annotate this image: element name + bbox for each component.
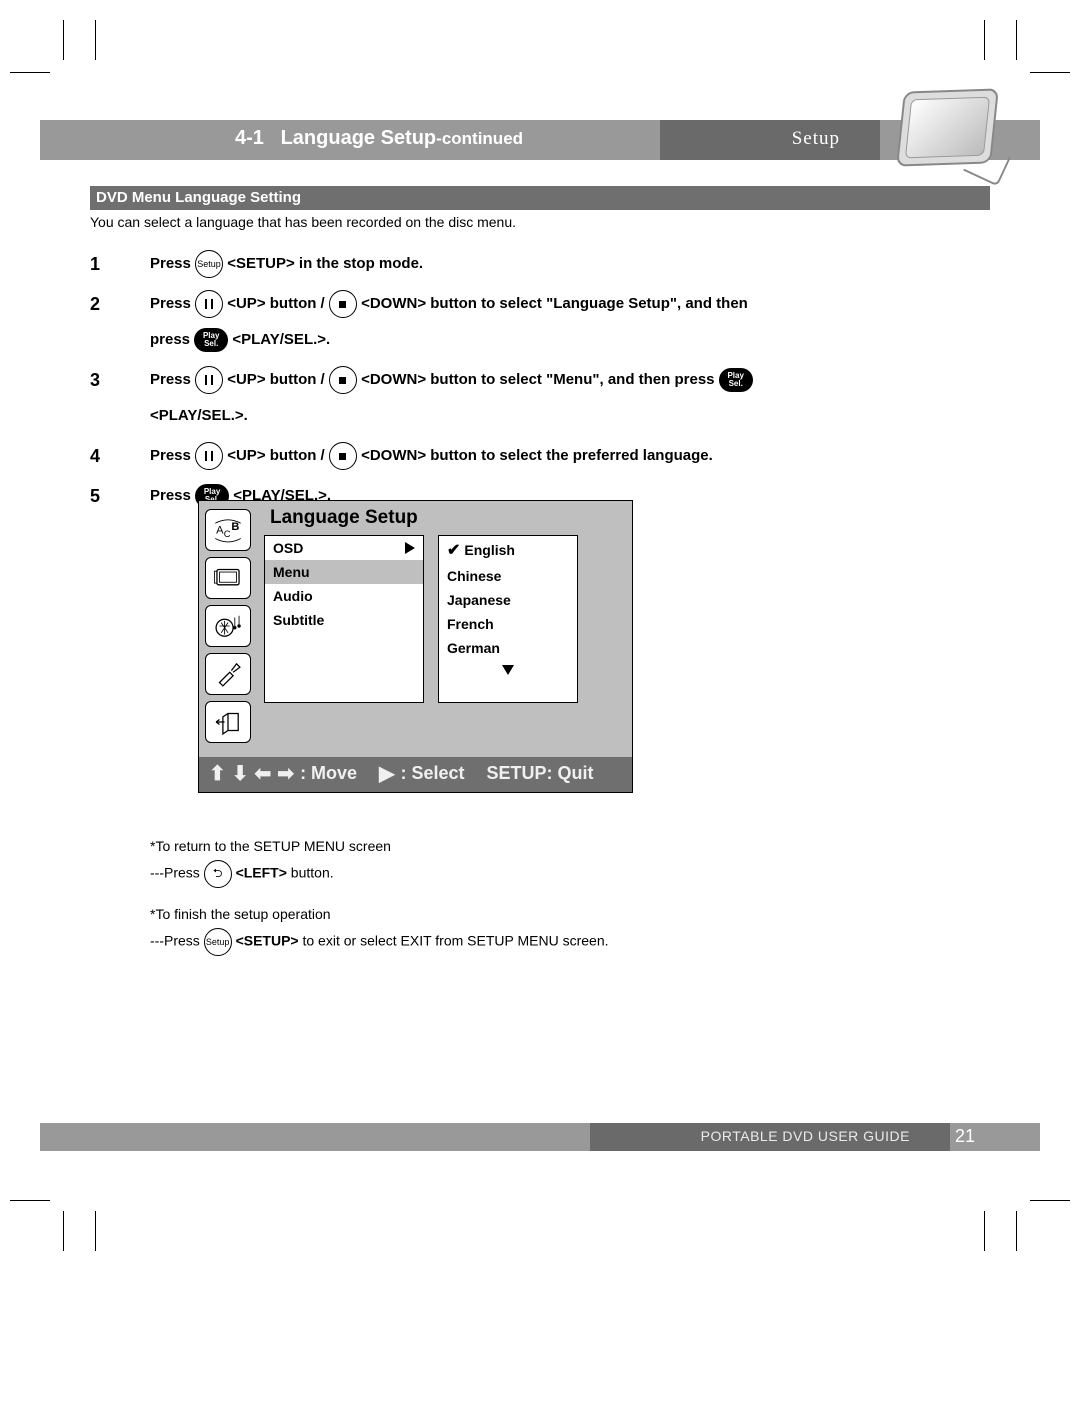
screen-category-icon xyxy=(205,557,251,599)
check-icon: ✔ xyxy=(447,540,460,560)
down-button-icon xyxy=(329,442,357,470)
osd-item-audio[interactable]: Audio xyxy=(265,584,423,608)
footer-band: PORTABLE DVD USER GUIDE 21 xyxy=(40,1123,1040,1151)
footer-guide: PORTABLE DVD USER GUIDE xyxy=(701,1128,910,1144)
section-category: Setup xyxy=(792,128,840,150)
osd-item-osd[interactable]: OSD xyxy=(265,536,423,560)
exit-category-icon xyxy=(205,701,251,743)
osd-sidebar: ACB xyxy=(199,501,264,757)
osd-left-column: OSD Menu Audio Subtitle xyxy=(264,535,424,703)
section-title: Language Setup xyxy=(281,127,437,149)
play-sel-button-icon: PlaySel. xyxy=(719,368,753,392)
section-continued: -continued xyxy=(436,129,523,148)
setup-button-icon: Setup xyxy=(204,928,232,956)
osd-title: Language Setup xyxy=(270,507,632,529)
osd-right-column: ✔English Chinese Japanese French German xyxy=(438,535,578,703)
osd-item-menu[interactable]: Menu xyxy=(265,560,423,584)
step-number: 2 xyxy=(90,290,150,354)
section-number: 4-1 xyxy=(235,127,264,149)
step-4: 4 Press <UP> button / <DOWN> button to s… xyxy=(90,442,990,470)
osd-lang-chinese[interactable]: Chinese xyxy=(439,564,577,588)
steps-list: 1 Press Setup <SETUP> in the stop mode. … xyxy=(90,238,990,510)
arrow-left-icon: ⬅ xyxy=(255,765,272,783)
step-number: 5 xyxy=(90,482,150,510)
step-number: 4 xyxy=(90,442,150,470)
svg-text:C: C xyxy=(224,529,231,539)
device-illustration xyxy=(890,90,1010,185)
step-3: 3 Press <UP> button / <DOWN> button to s… xyxy=(90,366,990,430)
step-number: 1 xyxy=(90,250,150,278)
svg-text:B: B xyxy=(231,521,239,533)
page-number: 21 xyxy=(955,1126,975,1147)
language-category-icon: ACB xyxy=(205,509,251,551)
osd-item-subtitle[interactable]: Subtitle xyxy=(265,608,423,632)
arrow-right-icon: ➡ xyxy=(277,765,294,783)
up-button-icon xyxy=(195,290,223,318)
notes: *To return to the SETUP MENU screen ---P… xyxy=(150,820,609,956)
step-1: 1 Press Setup <SETUP> in the stop mode. xyxy=(90,250,990,278)
setup-button-icon: Setup xyxy=(195,250,223,278)
arrow-down-icon: ⬇ xyxy=(232,765,249,783)
pointer-right-icon xyxy=(405,542,415,554)
up-button-icon xyxy=(195,366,223,394)
step-2: 2 Press <UP> button / <DOWN> button to s… xyxy=(90,290,990,354)
osd-lang-french[interactable]: French xyxy=(439,612,577,636)
up-button-icon xyxy=(195,442,223,470)
arrow-up-icon: ⬆ xyxy=(209,765,226,783)
osd-lang-english[interactable]: ✔English xyxy=(439,536,577,564)
section-heading: 4-1 Language Setup-continued xyxy=(235,127,523,150)
note-2-title: *To finish the setup operation xyxy=(150,906,609,922)
play-right-icon: ▶ xyxy=(379,765,394,783)
subheading: DVD Menu Language Setting xyxy=(90,186,990,210)
osd-lang-japanese[interactable]: Japanese xyxy=(439,588,577,612)
down-button-icon xyxy=(329,366,357,394)
note-1-title: *To return to the SETUP MENU screen xyxy=(150,838,609,854)
custom-category-icon xyxy=(205,653,251,695)
down-button-icon xyxy=(329,290,357,318)
audio-category-icon xyxy=(205,605,251,647)
step-number: 3 xyxy=(90,366,150,430)
left-button-icon: ⮌ xyxy=(204,860,232,888)
play-sel-button-icon: PlaySel. xyxy=(194,328,228,352)
osd-footer: ⬆ ⬇ ⬅ ➡ : Move ▶ : Select SETUP: Quit xyxy=(199,757,632,792)
osd-screenshot: ACB Language Setup OS xyxy=(198,500,633,793)
osd-lang-german[interactable]: German xyxy=(439,636,577,660)
intro-text: You can select a language that has been … xyxy=(90,214,516,230)
more-down-icon[interactable] xyxy=(439,660,577,684)
